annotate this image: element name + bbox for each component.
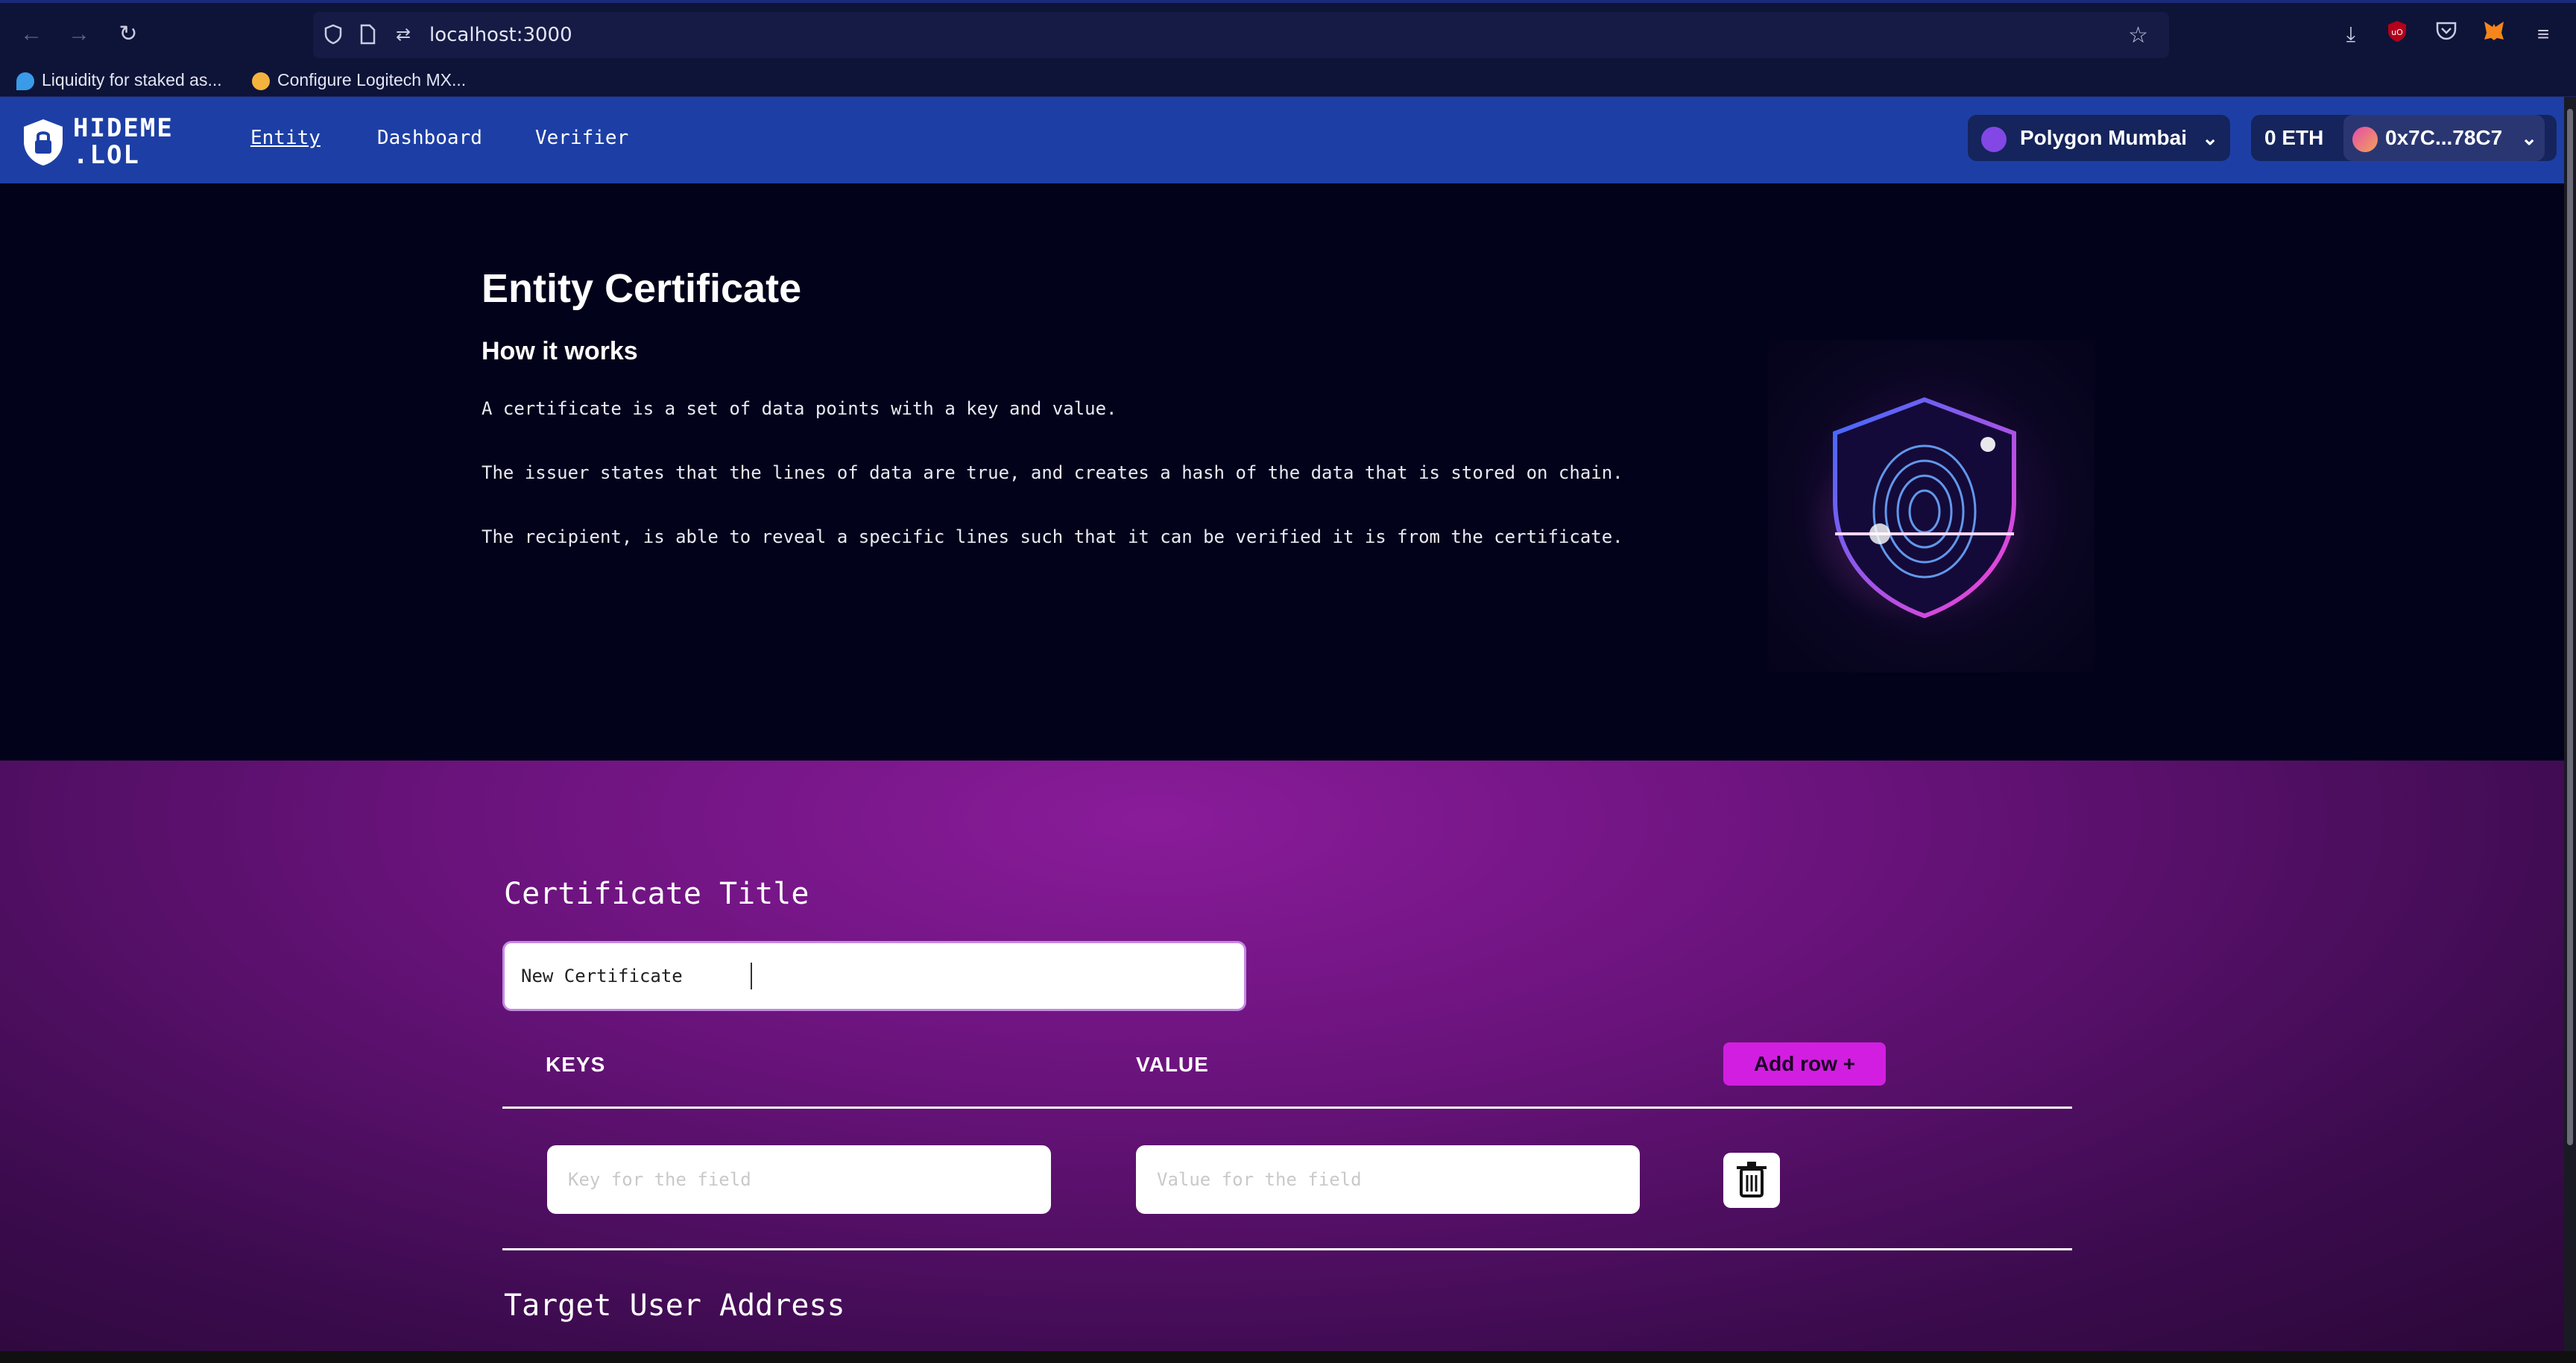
back-icon[interactable]: ← [16, 19, 46, 49]
nav-entity[interactable]: Entity [250, 127, 321, 149]
page-icon[interactable] [356, 24, 379, 46]
description-line: The recipient, is able to reveal a speci… [482, 526, 1623, 547]
page-title: Entity Certificate [482, 266, 802, 311]
url-text[interactable]: localhost:3000 [429, 24, 572, 46]
app-header: HIDEME .LOL Entity Dashboard Verifier Po… [0, 97, 2564, 183]
reload-icon[interactable]: ↻ [113, 19, 143, 49]
menu-icon[interactable]: ≡ [2528, 19, 2558, 49]
description-line: A certificate is a set of data points wi… [482, 398, 1117, 419]
how-it-works-heading: How it works [482, 337, 638, 365]
chevron-down-icon: ⌄ [2202, 127, 2218, 149]
shield-icon[interactable] [322, 24, 344, 46]
bookmarks-bar: Liquidity for staked as... Configure Log… [0, 63, 2576, 97]
bookmark-item[interactable]: Configure Logitech MX... [252, 69, 466, 91]
value-column-header: VALUE [1136, 1053, 1209, 1076]
divider [502, 1248, 2072, 1250]
logo[interactable]: HIDEME .LOL [21, 113, 215, 170]
add-row-button[interactable]: Add row + [1723, 1042, 1886, 1086]
svg-text:uO: uO [2391, 28, 2403, 37]
hero-section: Entity Certificate How it works A certif… [0, 183, 2564, 761]
lock-shield-icon [24, 119, 63, 166]
key-input[interactable]: Key for the field [547, 1145, 1051, 1214]
bottom-edge [0, 1351, 2576, 1363]
logo-text: HIDEME .LOL [73, 113, 174, 170]
chevron-down-icon: ⌄ [2521, 127, 2537, 149]
nav-dashboard[interactable]: Dashboard [377, 127, 482, 149]
bookmark-item[interactable]: Liquidity for staked as... [16, 69, 222, 91]
fingerprint-shield-illustration [1768, 340, 2094, 673]
network-selector[interactable]: Polygon Mumbai ⌄ [1968, 115, 2230, 161]
divider [502, 1107, 2072, 1109]
forward-icon[interactable]: → [64, 19, 94, 49]
nav-verifier[interactable]: Verifier [535, 127, 628, 149]
certificate-title-label: Certificate Title [504, 877, 809, 911]
value-input[interactable]: Value for the field [1136, 1145, 1640, 1214]
trash-icon [1737, 1162, 1767, 1197]
avatar [2352, 127, 2378, 152]
address-bar[interactable]: ⇄ localhost:3000 ☆ [313, 12, 2169, 58]
certificate-title-input[interactable]: New Certificate [502, 941, 1246, 1011]
ublock-icon[interactable]: uO [2382, 19, 2412, 49]
wallet-button[interactable]: 0 ETH 0x7C...78C7 ⌄ [2251, 115, 2557, 161]
target-user-address-label: Target User Address [504, 1288, 845, 1323]
permissions-icon[interactable]: ⇄ [392, 24, 414, 46]
delete-row-button[interactable] [1723, 1153, 1780, 1208]
scrollbar-thumb[interactable] [2567, 109, 2573, 1145]
pocket-icon[interactable] [2431, 19, 2461, 49]
keys-column-header: KEYS [546, 1053, 606, 1076]
text-cursor [751, 963, 752, 989]
account-chip[interactable]: 0x7C...78C7 ⌄ [2343, 115, 2545, 161]
certificate-form: Certificate Title New Certificate KEYS V… [0, 761, 2564, 1351]
polygon-icon [1981, 127, 2007, 152]
metamask-icon[interactable] [2479, 19, 2509, 49]
droplet-icon [16, 72, 34, 90]
bookmark-star-icon[interactable]: ☆ [2128, 22, 2148, 48]
logitech-icon [252, 72, 270, 90]
balance-text: 0 ETH [2264, 126, 2324, 149]
description-line: The issuer states that the lines of data… [482, 462, 1623, 483]
download-icon[interactable]: ⤓ [2336, 19, 2366, 49]
browser-toolbar: ← → ↻ ⇄ localhost:3000 ☆ ⤓ uO ≡ [0, 0, 2576, 63]
